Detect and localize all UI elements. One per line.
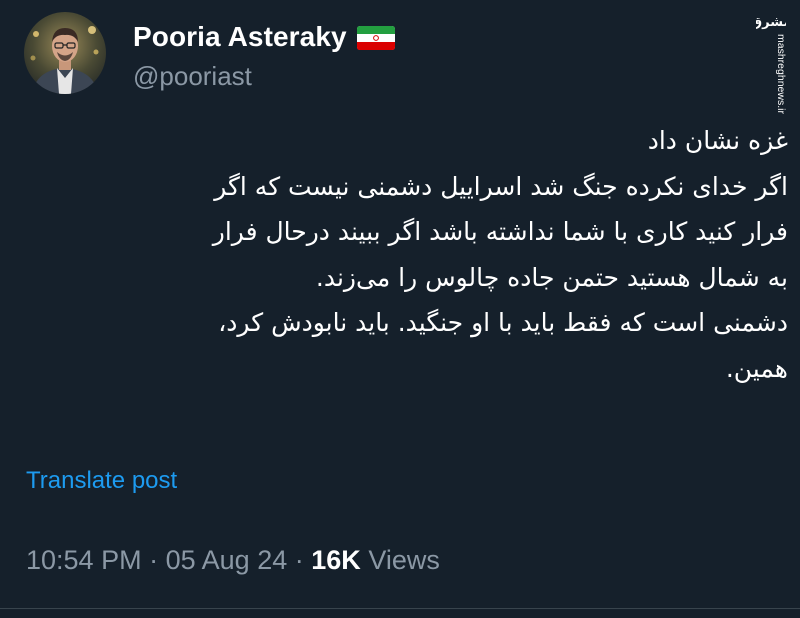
tweet-metadata: 10:54 PM · 05 Aug 24 · 16K Views [26, 545, 440, 576]
tweet-text-line: به شمال هستید حتمن جاده چالوس را می‌زند. [315, 262, 788, 292]
meta-separator: · [149, 545, 159, 575]
meta-separator: · [294, 545, 304, 575]
tweet-date[interactable]: 05 Aug 24 [166, 545, 288, 575]
profile-avatar-image [24, 12, 106, 94]
watermark-site-text: mashreghnews.ir [775, 34, 786, 114]
watermark-logo-text: مشرق [756, 15, 786, 30]
author-handle[interactable]: @pooriast [133, 61, 252, 92]
tweet-text-line: غزه نشان داد [647, 126, 788, 155]
iran-flag-icon [356, 25, 395, 50]
divider [0, 608, 800, 609]
author-display-name[interactable]: Pooria Asteraky [133, 21, 395, 53]
views-label: Views [368, 545, 440, 575]
mashregh-watermark: مشرق mashreghnews.ir [751, 12, 792, 122]
translate-post-link[interactable]: Translate post [26, 467, 177, 495]
tweet-text-line: اگر خدای نکرده جنگ شد اسراییل دشمنی نیست… [214, 171, 788, 201]
tweet-time[interactable]: 10:54 PM [26, 545, 142, 575]
author-name-text: Pooria Asteraky [133, 21, 347, 52]
views-count: 16K [311, 545, 361, 575]
tweet-text: غزه نشان داد اگر خدای نکرده جنگ شد اسرای… [18, 118, 788, 391]
avatar[interactable] [24, 12, 106, 94]
tweet-text-line: فرار کنید کاری با شما نداشته باشد اگر بب… [212, 217, 788, 246]
tweet-text-line: همین. [725, 353, 788, 383]
tweet-text-line: دشمنی است که فقط باید با او جنگید. باید … [218, 308, 788, 337]
